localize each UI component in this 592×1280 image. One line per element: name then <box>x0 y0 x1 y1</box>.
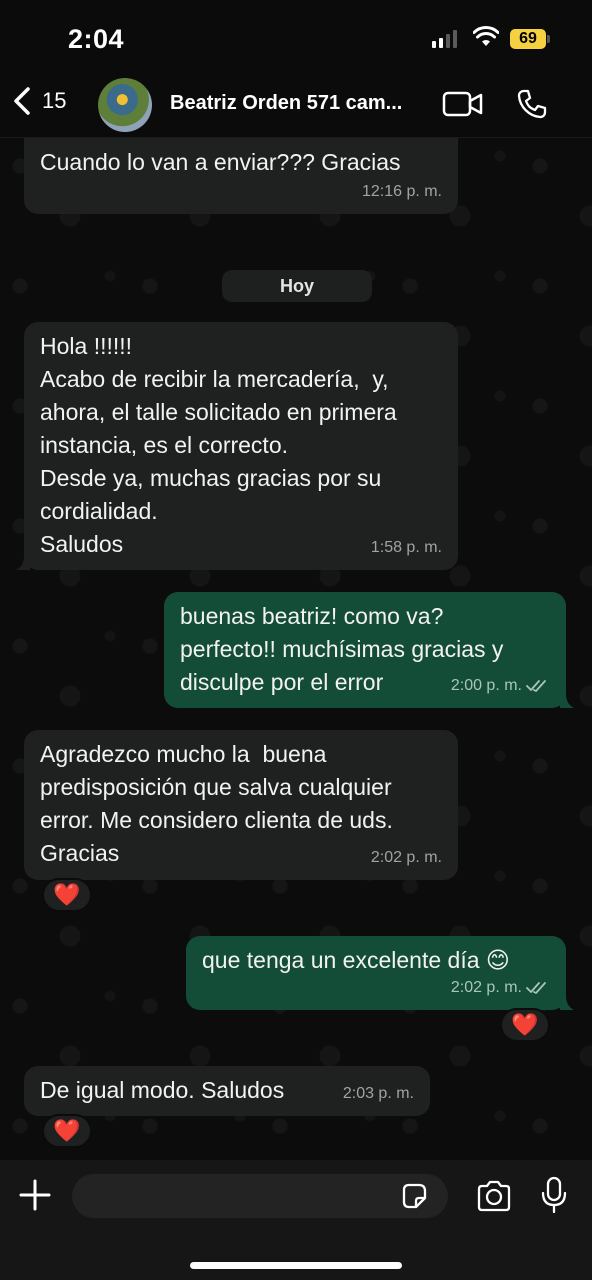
plus-icon[interactable] <box>18 1178 52 1212</box>
message-time: 12:16 p. m. <box>361 183 442 200</box>
message-bubble-incoming[interactable]: Hola !!!!!! Acabo de recibir la mercader… <box>16 322 458 570</box>
message-time: 2:02 p. m. <box>370 849 442 866</box>
message-bubble-outgoing[interactable]: que tenga un excelente día 😊 2:02 p. m. <box>186 936 574 1010</box>
home-indicator <box>190 1262 402 1269</box>
message-time: 1:58 p. m. <box>370 539 442 556</box>
bubble-tail <box>16 556 30 570</box>
message-meta: 2:03 p. m. <box>343 1077 414 1110</box>
unread-count: 15 <box>42 88 67 113</box>
message-text: Hola !!!!!! Acabo de recibir la mercader… <box>40 333 397 557</box>
battery-tip <box>547 35 550 43</box>
message-time: 2:00 p. m. <box>450 677 522 694</box>
read-receipt-icon <box>526 981 546 994</box>
contact-avatar[interactable] <box>98 78 152 132</box>
sticker-icon[interactable] <box>400 1182 428 1210</box>
message-input[interactable] <box>72 1174 448 1218</box>
microphone-icon[interactable] <box>541 1176 567 1214</box>
read-receipt-icon <box>526 679 546 692</box>
back-chevron-icon <box>14 87 30 115</box>
reaction-heart[interactable]: ❤️ <box>42 878 92 912</box>
battery-icon: 69 <box>510 29 546 49</box>
message-bubble-incoming[interactable]: Agradezco mucho la buena predisposición … <box>24 730 458 880</box>
reaction-heart[interactable]: ❤️ <box>42 1114 92 1148</box>
message-time: 2:02 p. m. <box>450 979 522 996</box>
message-time: 2:03 p. m. <box>342 1085 414 1102</box>
message-bubble-incoming[interactable]: De igual modo. Saludos 2:03 p. m. <box>24 1066 430 1116</box>
camera-icon[interactable] <box>476 1180 512 1212</box>
date-separator: Hoy <box>222 270 372 302</box>
reaction-heart[interactable]: ❤️ <box>500 1008 550 1042</box>
message-meta: 1:58 p. m. <box>371 531 442 564</box>
back-button[interactable]: 15 <box>12 86 66 116</box>
bubble-tail <box>560 694 574 708</box>
message-bubble-outgoing[interactable]: buenas beatriz! como va? perfecto!! much… <box>164 592 574 708</box>
video-call-icon[interactable] <box>442 90 484 118</box>
message-composer <box>0 1160 592 1280</box>
status-bar: 2:04 69 <box>0 0 592 70</box>
status-time: 2:04 <box>68 24 125 54</box>
contact-name[interactable]: Beatriz Orden 571 cam... <box>170 92 402 115</box>
bubble-tail <box>560 996 574 1010</box>
phone-icon[interactable] <box>516 88 548 120</box>
message-meta: 2:02 p. m. <box>371 841 442 874</box>
message-meta: 2:00 p. m. <box>451 669 550 702</box>
chat-header: 15 Beatriz Orden 571 cam... <box>0 70 592 138</box>
message-meta: 2:02 p. m. <box>451 971 550 1004</box>
signal-icon <box>432 30 457 48</box>
wifi-icon <box>473 26 499 46</box>
message-meta: 12:16 p. m. <box>362 175 442 208</box>
